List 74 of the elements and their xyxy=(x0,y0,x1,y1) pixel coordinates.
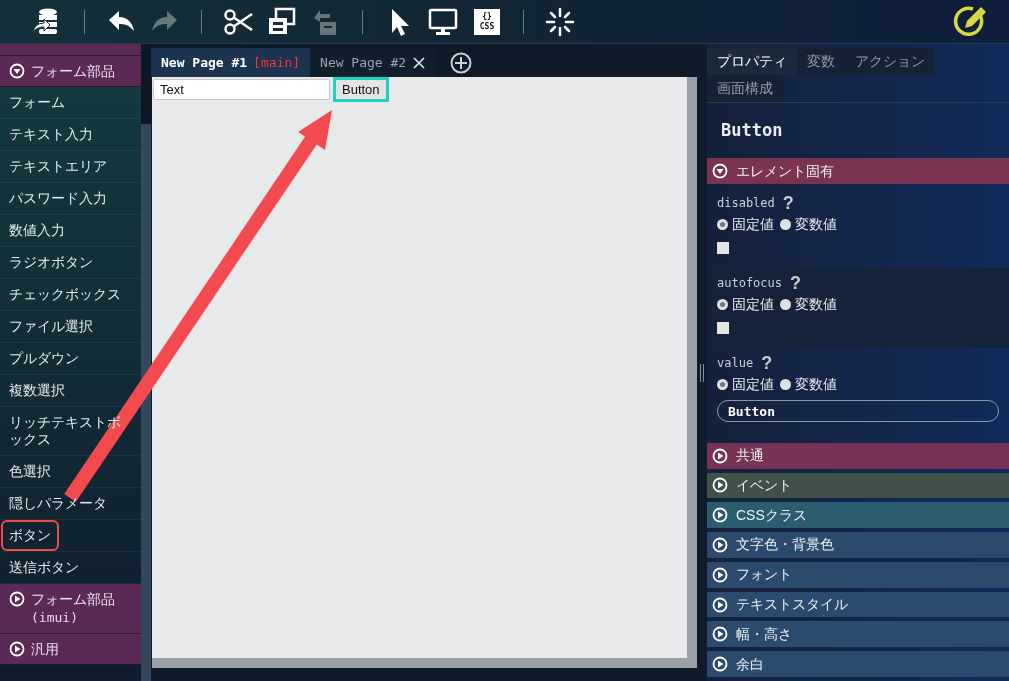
sidebar-item[interactable]: ラジオボタン xyxy=(3,249,99,276)
collapse-icon xyxy=(9,63,25,79)
sidebar-item[interactable]: 複数選択 xyxy=(3,377,71,404)
sidebar-item[interactable]: 色選択 xyxy=(3,458,57,485)
radio-label: 固定値 xyxy=(732,295,774,315)
radio-button[interactable] xyxy=(780,379,791,391)
expand-icon xyxy=(712,477,728,494)
radio-button[interactable] xyxy=(717,379,728,391)
expand-icon xyxy=(9,641,25,657)
section-header[interactable]: イベント xyxy=(707,472,1009,499)
expand-icon xyxy=(712,536,728,553)
category-header[interactable]: フォーム部品 (imui) xyxy=(0,584,141,634)
page-tab[interactable]: New Page #2 xyxy=(310,48,437,77)
section-header[interactable]: フォント xyxy=(707,561,1009,588)
collapse-icon xyxy=(712,163,728,180)
category-header[interactable]: 汎用 xyxy=(0,634,141,665)
close-icon[interactable] xyxy=(412,55,427,70)
radio-button[interactable] xyxy=(780,219,791,231)
radio-label: 変数値 xyxy=(795,375,837,395)
panel-tab[interactable]: プロパティ xyxy=(707,48,797,75)
sidebar-item[interactable]: 送信ボタン xyxy=(3,554,85,581)
sidebar-item[interactable]: パスワード入力 xyxy=(3,185,113,212)
sidebar-item[interactable]: 数値入力 xyxy=(3,217,71,244)
page-tab[interactable]: New Page #1 [main] xyxy=(151,48,311,77)
sidebar-item[interactable]: ファイル選択 xyxy=(3,313,99,340)
sidebar-item[interactable]: テキストエリア xyxy=(3,153,113,180)
radio-button[interactable] xyxy=(717,219,728,231)
expand-icon xyxy=(9,591,25,607)
scrollbar[interactable] xyxy=(687,77,697,668)
help-icon[interactable]: ? xyxy=(782,194,794,213)
radio-label: 変数値 xyxy=(795,295,837,315)
sidebar-item[interactable]: フォーム xyxy=(3,89,71,116)
expand-icon xyxy=(712,626,728,643)
radio-label: 固定値 xyxy=(732,375,774,395)
radio-button[interactable] xyxy=(780,299,791,311)
expand-icon xyxy=(712,566,728,583)
radio-button[interactable] xyxy=(717,299,728,311)
panel-tab[interactable]: 変数 xyxy=(797,48,845,75)
value-field[interactable]: Button xyxy=(717,400,999,423)
checkbox[interactable] xyxy=(717,322,729,335)
expand-icon xyxy=(712,447,728,464)
section-header[interactable]: 幅・高さ xyxy=(707,621,1009,648)
radio-label: 変数値 xyxy=(795,215,837,235)
sidebar-item[interactable]: チェックボックス xyxy=(3,281,127,308)
section-header[interactable]: テキストスタイル xyxy=(707,591,1009,618)
help-icon[interactable]: ? xyxy=(761,354,773,373)
panel-tab[interactable]: アクション xyxy=(845,48,935,75)
plus-icon xyxy=(450,51,473,74)
expand-icon xyxy=(712,507,728,524)
sidebar-item[interactable]: 隠しパラメータ xyxy=(3,490,113,517)
panel-title: Button xyxy=(720,118,784,142)
burst-button[interactable] xyxy=(544,5,576,38)
help-icon[interactable]: ? xyxy=(790,274,802,293)
expand-icon xyxy=(712,656,728,673)
sidebar-item[interactable]: テキスト入力 xyxy=(3,121,99,148)
sidebar-item[interactable]: ボタン xyxy=(3,522,57,549)
panel-tab[interactable]: 画面構成 xyxy=(707,75,783,102)
checkbox[interactable] xyxy=(717,242,729,255)
radio-label: 固定値 xyxy=(732,215,774,235)
property-name: autofocus xyxy=(717,275,783,293)
expand-icon xyxy=(712,596,728,613)
sidebar-item[interactable]: プルダウン xyxy=(3,345,85,372)
page-button[interactable]: Button xyxy=(336,80,386,99)
section-header[interactable]: CSSクラス xyxy=(707,502,1009,529)
section-header[interactable]: 余白 xyxy=(707,651,1009,677)
property-name: value xyxy=(717,355,754,373)
section-header[interactable]: 共通 xyxy=(707,442,1009,469)
text-input[interactable]: Text xyxy=(153,79,330,100)
scrollbar[interactable] xyxy=(152,658,687,668)
section-header[interactable]: エレメント固有 xyxy=(707,158,1009,185)
section-header[interactable]: 文字色・背景色 xyxy=(707,532,1009,558)
category-header[interactable]: フォーム部品 xyxy=(0,56,141,87)
burst-icon xyxy=(544,5,576,38)
property-name: disabled xyxy=(717,195,775,213)
